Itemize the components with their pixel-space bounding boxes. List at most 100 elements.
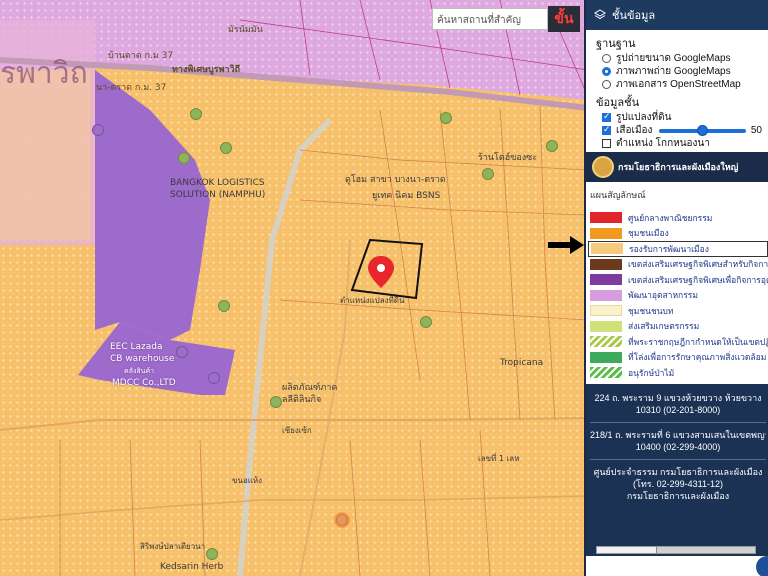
- poi-marker-icon[interactable]: [420, 316, 432, 328]
- legend-label: ชุมชนชนบท: [628, 306, 674, 317]
- poi-marker-icon[interactable]: [190, 108, 202, 120]
- map-label-lazada-2: CB warehouse: [110, 354, 175, 364]
- divider: [590, 459, 766, 460]
- legend-label: ที่พระราชกฤษฎีกากำหนดให้เป็นเขตปฏิรูป: [628, 337, 768, 348]
- legend-label: รองรับการพัฒนาเมือง: [629, 244, 709, 255]
- layer-option-label: ตำแหน่ง โกกหนองนา: [616, 138, 710, 149]
- map-label-doohome: ดูโฮม สาขา บางนา-ตราด: [345, 175, 446, 185]
- radio-button-selected[interactable]: [602, 67, 611, 76]
- map-label-plot: ตำแหน่งแปลงที่ดิน: [340, 296, 405, 305]
- legend-swatch: [590, 274, 622, 286]
- arrow-right-icon: [548, 236, 584, 254]
- org-logo: [592, 156, 614, 178]
- map-label-road-top-2: มัรนัมมัน: [228, 25, 263, 35]
- map-zones: [0, 0, 588, 576]
- poi-marker-icon[interactable]: [546, 140, 558, 152]
- legend-label: ชุมชนเมือง: [628, 229, 669, 240]
- legend-swatch: [590, 351, 622, 363]
- poi-marker-icon[interactable]: [208, 372, 220, 384]
- contact-line: 224 ถ. พระราม 9 แขวงห้วยขวาง ห้วยขวาง: [594, 393, 762, 403]
- legend-item: ศูนย์กลางพาณิชยกรรม: [588, 210, 768, 226]
- poi-marker-icon[interactable]: [220, 142, 232, 154]
- panel-title: ชั้นข้อมูล: [612, 9, 656, 22]
- slider-thumb[interactable]: [696, 124, 708, 136]
- legend-item: เขตส่งเสริมเศรษฐกิจพิเศษสำหรับกิจการพ: [588, 257, 768, 273]
- map-canvas[interactable]: บ้านตาด ก.ม 37 มัรนัมมัน ทางพิเศษบูรพาวิ…: [0, 0, 588, 576]
- map-label-doohome-2: ยูเทค นิคม BSNS: [372, 191, 441, 201]
- layers-panel: ชั้นข้อมูล ฐานฐาน รูปถ่ายขนาด GoogleMaps…: [584, 0, 768, 576]
- map-label-bangkok-logistics: BANGKOK LOGISTICS: [170, 178, 265, 188]
- legend-item: ชุมชนชนบท: [588, 303, 768, 319]
- poi-marker-icon[interactable]: [270, 396, 282, 408]
- poi-marker-icon[interactable]: [336, 514, 348, 526]
- map-label-road-top-4: นา-ตราด ก.ม. 37: [96, 83, 167, 93]
- map-label-factory-2: ลลีติลินกิจ: [282, 395, 322, 405]
- layer-option-position[interactable]: ตำแหน่ง โกกหนองนา: [602, 137, 762, 150]
- legend-label: เขตส่งเสริมเศรษฐกิจพิเศษสำหรับกิจการพ: [628, 260, 768, 271]
- contact-line: ศูนย์ประจำธรรม กรมโยธาธิการและผังเมือง: [593, 467, 763, 477]
- legend-item: ส่งเสริมเกษตรกรรม: [588, 319, 768, 335]
- org-name: กรมโยธาธิการและผังเมืองใหญ่: [618, 163, 739, 173]
- base-option-osm[interactable]: ภาพเอกสาร OpenStreetMap: [602, 78, 762, 91]
- map-label-kedsarin: Kedsarin Herb: [160, 562, 224, 572]
- legend-swatch: [590, 227, 622, 239]
- map-label-small-4: เซียงเซ้ก: [282, 426, 312, 435]
- map-label-tropicana: Tropicana: [500, 358, 544, 368]
- legend-item: รองรับการพัฒนาเมือง: [588, 241, 768, 257]
- legend-swatch: [590, 212, 622, 224]
- contact-info: 224 ถ. พระราม 9 แขวงห้วยขวาง ห้วยขวาง 10…: [586, 384, 768, 556]
- checkbox-checked[interactable]: [602, 124, 611, 135]
- contact-line: กรมโยธาธิการและผังเมือง: [626, 491, 730, 501]
- map-label-small-2: เลขที่ 1 เลห: [478, 454, 520, 463]
- divider: [590, 422, 766, 423]
- poi-marker-icon[interactable]: [206, 548, 218, 560]
- radio-button[interactable]: [602, 80, 611, 89]
- poi-marker-icon[interactable]: [440, 112, 452, 124]
- opacity-slider[interactable]: [659, 124, 746, 136]
- checkbox-unchecked[interactable]: [602, 139, 611, 148]
- chat-button[interactable]: [756, 556, 768, 576]
- horizontal-scrollbar[interactable]: [596, 546, 756, 554]
- legend-item: เขตส่งเสริมเศรษฐกิจพิเศษเพื่อกิจการอุตส: [588, 272, 768, 288]
- legend-label: ศูนย์กลางพาณิชยกรรม: [628, 213, 713, 224]
- legend-title: แผนสัญลักษณ์: [590, 191, 646, 201]
- legend-label: ส่งเสริมเกษตรกรรม: [628, 322, 700, 333]
- map-label-left-big: รพาวิถ: [0, 56, 88, 91]
- contact-line: 218/1 ถ. พระรามที่ 6 แขวงสามเสนในเขตพญาไ…: [590, 430, 766, 440]
- legend-swatch: [591, 243, 623, 255]
- contact-line: (โทร. 02-299-4311-12): [633, 479, 723, 489]
- radio-button[interactable]: [602, 54, 611, 63]
- checkbox-checked[interactable]: [602, 111, 611, 122]
- poi-marker-icon[interactable]: [178, 152, 190, 164]
- poi-marker-icon[interactable]: [176, 346, 188, 358]
- poi-marker-icon[interactable]: [482, 168, 494, 180]
- legend-label: อนุรักษ์ป่าไม้: [628, 368, 675, 379]
- legend-item: ที่พระราชกฤษฎีกากำหนดให้เป็นเขตปฏิรูป: [588, 334, 768, 350]
- legend-item: อนุรักษ์ป่าไม้: [588, 365, 768, 381]
- legend-swatch: [590, 305, 622, 317]
- legend-label: พัฒนาอุตสาหกรรม: [628, 291, 698, 302]
- map-label-road-top: บ้านตาด ก.ม 37: [108, 51, 174, 61]
- layer-data-title: ข้อมูลชั้น: [596, 97, 640, 109]
- legend-swatch: [590, 289, 622, 301]
- scrollbar-thumb[interactable]: [597, 547, 657, 553]
- legend-item: ชุมชนเมือง: [588, 226, 768, 242]
- poi-marker-icon[interactable]: [92, 124, 104, 136]
- legend-label: เขตส่งเสริมเศรษฐกิจพิเศษเพื่อกิจการอุตส: [628, 275, 768, 286]
- legend: แผนสัญลักษณ์ ศูนย์กลางพาณิชยกรรมชุมชนเมื…: [586, 184, 768, 384]
- map-label-small-3: สิริพงษ์ปลาเตียวนา: [140, 542, 206, 551]
- search-input[interactable]: ค้นหาสถานที่สำคัญ: [432, 8, 548, 30]
- search-button[interactable]: ขั้น: [548, 6, 580, 32]
- org-bar: กรมโยธาธิการและผังเมืองใหญ่: [586, 152, 768, 182]
- map-label-mdcc: MDCC Co.,LTD: [112, 378, 176, 388]
- map-label-tiktok: ร้านโตฮ์ของซะ: [478, 153, 538, 163]
- legend-list: ศูนย์กลางพาณิชยกรรมชุมชนเมืองรองรับการพั…: [588, 210, 768, 381]
- legend-label: ที่โล่งเพื่อการรักษาคุณภาพสิ่งแวดล้อม: [628, 353, 767, 364]
- panel-header[interactable]: ชั้นข้อมูล: [586, 0, 768, 30]
- layers-icon: [594, 9, 606, 20]
- map-label-lazada-3: คลังสินค้า: [124, 367, 155, 375]
- base-option-label: ภาพเอกสาร OpenStreetMap: [616, 79, 741, 90]
- legend-swatch: [590, 367, 622, 379]
- legend-item: พัฒนาอุตสาหกรรม: [588, 288, 768, 304]
- poi-marker-icon[interactable]: [218, 300, 230, 312]
